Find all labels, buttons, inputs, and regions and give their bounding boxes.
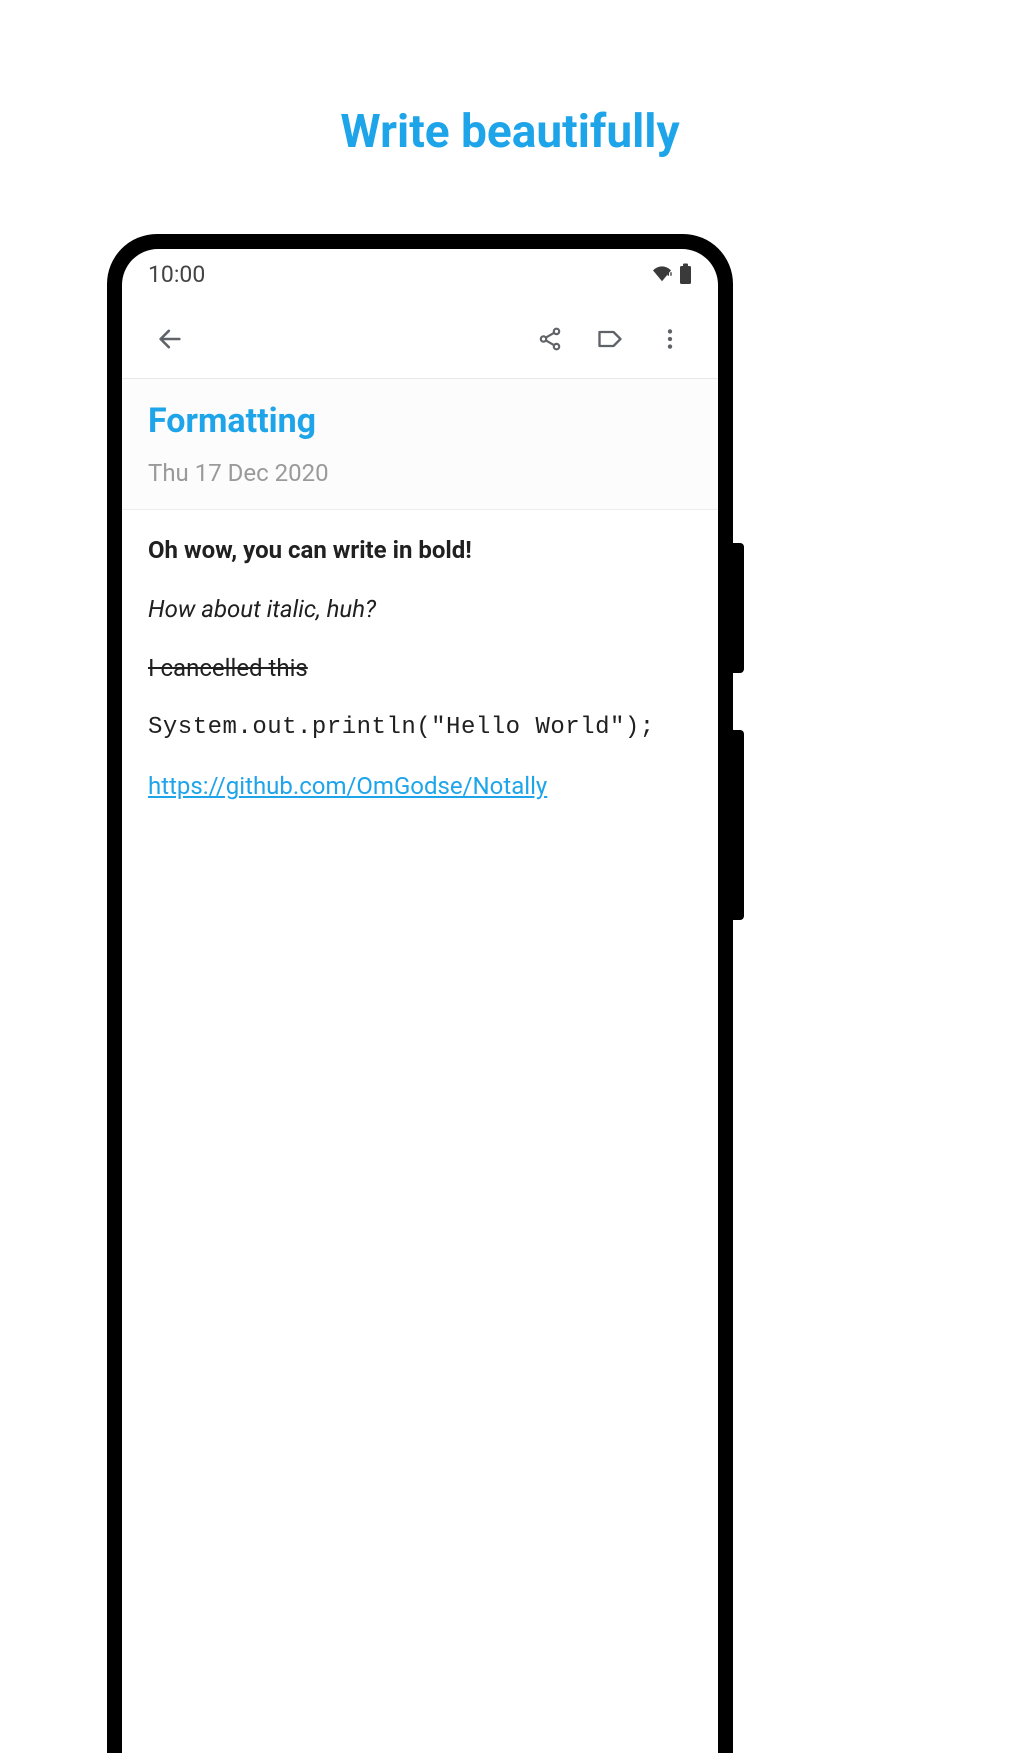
note-line-code: System.out.println("Hello World"); (148, 711, 692, 744)
share-button[interactable] (526, 315, 574, 363)
note-line-bold: Oh wow, you can write in bold! (148, 534, 692, 567)
battery-icon (679, 263, 692, 285)
note-line-italic: How about italic, huh? (148, 593, 692, 626)
label-button[interactable] (586, 315, 634, 363)
app-toolbar (122, 299, 718, 379)
more-button[interactable] (646, 315, 694, 363)
note-header: Formatting Thu 17 Dec 2020 (122, 379, 718, 510)
note-link[interactable]: https://github.com/OmGodse/Notally (148, 772, 547, 800)
note-line-strike: I cancelled this (148, 652, 692, 685)
promo-tagline: Write beautifully (0, 105, 1020, 159)
status-time: 10:00 (148, 261, 205, 288)
phone-side-button-top (733, 543, 744, 673)
status-icons (651, 263, 692, 285)
note-title[interactable]: Formatting (148, 401, 692, 441)
wifi-icon (651, 265, 673, 283)
arrow-left-icon (156, 325, 184, 353)
note-body[interactable]: Oh wow, you can write in bold! How about… (122, 510, 718, 854)
back-button[interactable] (146, 315, 194, 363)
label-icon (596, 325, 624, 353)
phone-frame: 10:00 (107, 234, 733, 1753)
note-date: Thu 17 Dec 2020 (148, 459, 692, 487)
more-vert-icon (657, 326, 683, 352)
phone-side-button-bottom (733, 730, 744, 920)
phone-screen: 10:00 (122, 249, 718, 1753)
status-bar: 10:00 (122, 249, 718, 299)
share-icon (537, 326, 563, 352)
